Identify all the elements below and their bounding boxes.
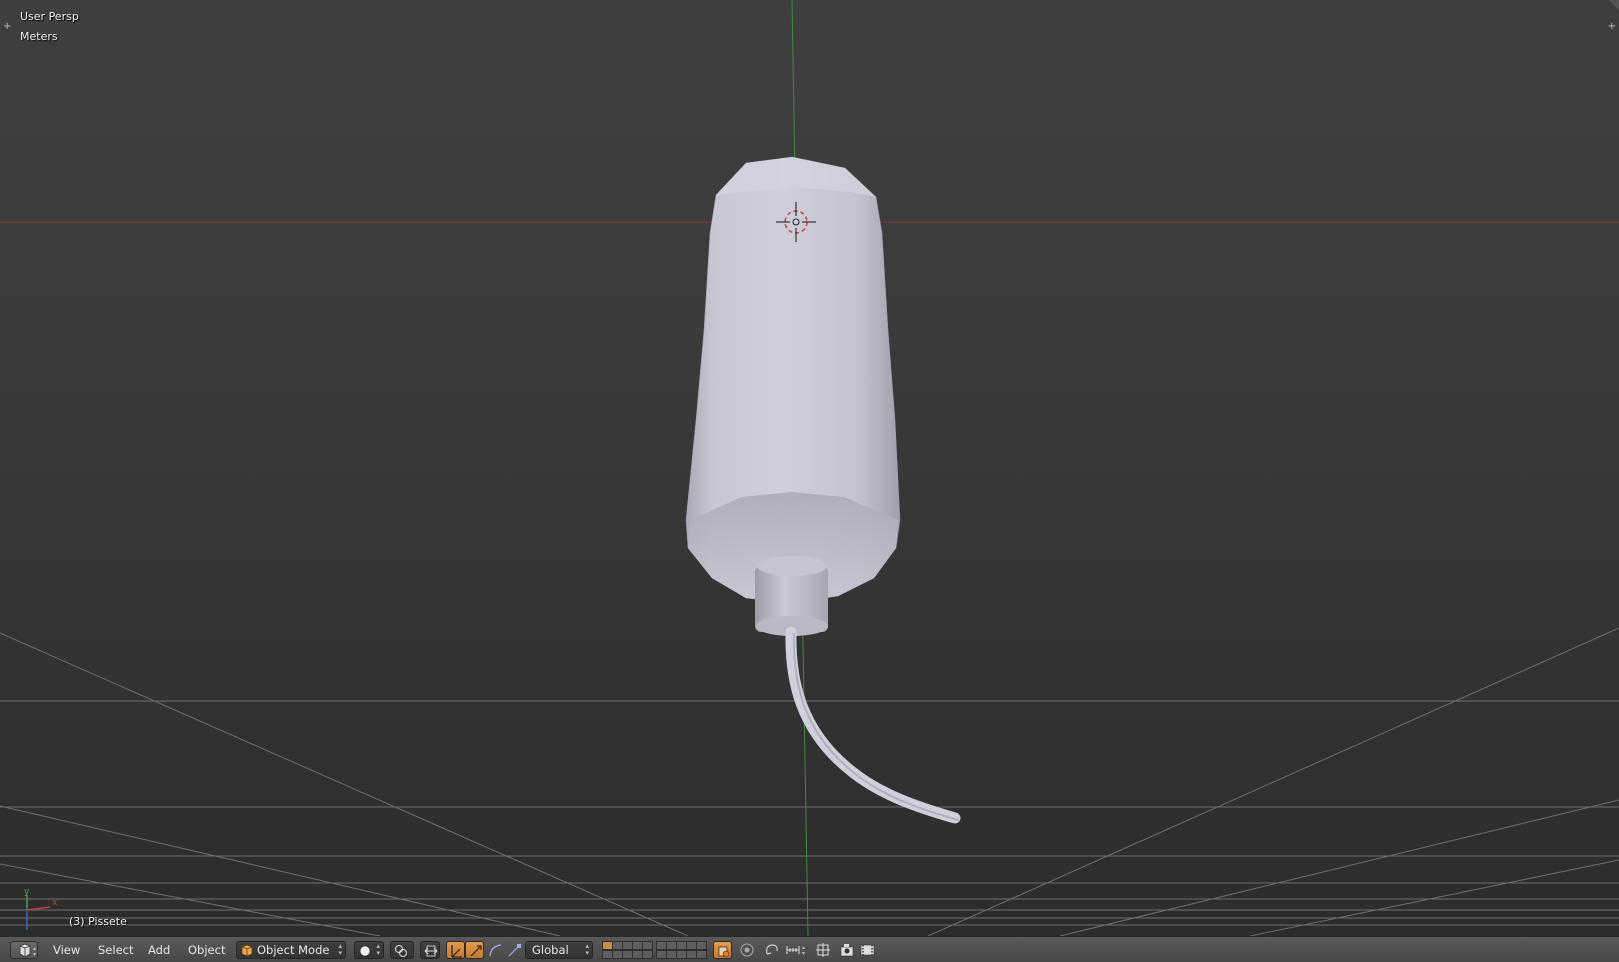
- transform-orientation-label: Global: [532, 943, 569, 957]
- scale-manipulator-button[interactable]: [505, 941, 523, 959]
- snap-element-button[interactable]: [814, 941, 833, 959]
- bottle-tube: [785, 626, 961, 824]
- pivot-point-selector[interactable]: [390, 941, 414, 959]
- lock-camera-icon: [718, 946, 730, 958]
- blender-window: y x User Persp Meters (3) Pissete + + ▴ ▾…: [0, 0, 1619, 962]
- snap-element-icon: [816, 943, 830, 957]
- dropdown-arrows-icon: ▴ ▾: [585, 942, 589, 957]
- manipulator-icon: [424, 945, 438, 957]
- viewport-shading-selector[interactable]: ▴ ▾: [354, 941, 384, 959]
- object-mode-cube-icon: [241, 944, 253, 957]
- dropdown-arrows-icon: ▴ ▾: [376, 942, 380, 957]
- axis-gizmo-icon: y x: [24, 887, 58, 930]
- lock-camera-button[interactable]: [713, 941, 732, 959]
- menu-select[interactable]: Select: [98, 941, 133, 959]
- manipulator-toggle[interactable]: [420, 941, 440, 959]
- solid-sphere-icon: [359, 945, 371, 957]
- menu-object[interactable]: Object: [188, 941, 225, 959]
- 3d-view-icon: ▴▾: [19, 943, 36, 958]
- translate-manipulator-button[interactable]: [446, 941, 465, 959]
- menu-view[interactable]: View: [53, 941, 80, 959]
- snap-button[interactable]: [762, 941, 781, 959]
- view-name-label: User Persp: [20, 10, 79, 23]
- area-split-corner-left-icon[interactable]: +: [3, 22, 11, 32]
- rotate-manipulator-button[interactable]: [465, 941, 484, 959]
- proportional-edit-button[interactable]: [738, 941, 757, 959]
- viewport-scene[interactable]: y x: [0, 0, 1619, 936]
- opengl-render-icon: [840, 944, 854, 957]
- pivot-point-icon: [395, 945, 407, 957]
- snap-target-selector[interactable]: ▴ ▾: [784, 941, 810, 959]
- mode-label: Object Mode: [257, 943, 330, 957]
- nozzle-top: [757, 556, 827, 576]
- active-object-info: (3) Pissete: [69, 915, 127, 928]
- arc-manipulator-button[interactable]: [486, 941, 504, 959]
- layers-grid-1-icon[interactable]: [602, 941, 653, 959]
- transform-orientation-selector[interactable]: Global ▴ ▾: [525, 941, 593, 959]
- svg-text:▾: ▾: [802, 950, 805, 957]
- svg-text:y: y: [24, 887, 30, 897]
- proportional-edit-icon: [740, 943, 754, 957]
- 3d-viewport[interactable]: y x User Persp Meters (3) Pissete + +: [0, 0, 1619, 936]
- 3d-view-header: ▴ ▾ View Select Add Object Object Mode ▴ ▾…: [0, 936, 1619, 962]
- area-corner-icon[interactable]: [1609, 0, 1619, 10]
- unit-system-label: Meters: [20, 30, 58, 43]
- render-animation-button[interactable]: [858, 941, 877, 959]
- editor-type-button[interactable]: ▴ ▾: [10, 941, 38, 959]
- svg-text:▾: ▾: [33, 951, 36, 958]
- floor-grid: [0, 627, 1619, 936]
- scale-manipulator-icon: [508, 944, 521, 957]
- arc-icon: [489, 944, 502, 957]
- snap-icon: [765, 944, 778, 955]
- area-split-corner-right-icon[interactable]: +: [1608, 22, 1616, 32]
- opengl-render-button[interactable]: [838, 941, 857, 959]
- layers-grid-2-icon[interactable]: [656, 941, 707, 959]
- bottle-object[interactable]: [685, 156, 961, 824]
- svg-text:x: x: [52, 898, 58, 908]
- dropdown-arrows-icon: ▴ ▾: [338, 942, 342, 957]
- snap-target-icon: ▴▾: [786, 944, 805, 957]
- menu-add[interactable]: Add: [148, 941, 170, 959]
- rotate-manipulator-icon: [470, 945, 482, 957]
- translate-manipulator-icon: [451, 945, 462, 958]
- mode-selector[interactable]: Object Mode ▴ ▾: [236, 941, 346, 959]
- render-animation-icon: [860, 944, 875, 956]
